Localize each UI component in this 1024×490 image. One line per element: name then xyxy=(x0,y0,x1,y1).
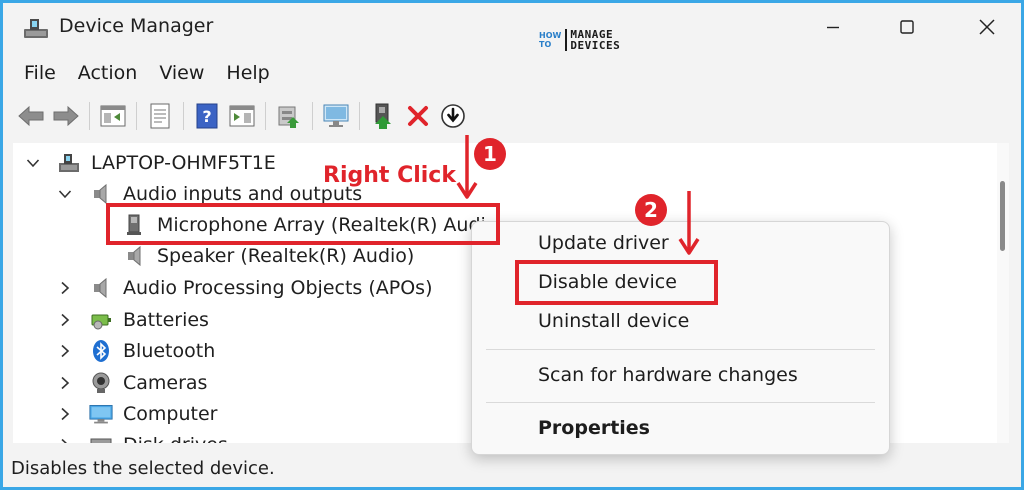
tree-category-label: Disk drives xyxy=(123,434,228,443)
arrow-down-icon xyxy=(456,135,478,199)
menu-file[interactable]: File xyxy=(3,62,67,84)
tree-category-apos[interactable]: Audio Processing Objects (APOs) xyxy=(57,273,433,303)
tree-item-label: Speaker (Realtek(R) Audio) xyxy=(157,245,415,267)
maximize-button[interactable] xyxy=(879,5,935,49)
vertical-scrollbar[interactable] xyxy=(997,143,1009,443)
scan-hardware-icon xyxy=(323,104,349,127)
status-text: Disables the selected device. xyxy=(11,457,275,479)
back-button[interactable] xyxy=(15,100,47,132)
enable-device-button[interactable] xyxy=(367,100,399,132)
menu-separator xyxy=(486,402,875,403)
tree-category-label: Batteries xyxy=(123,309,209,331)
help-button[interactable]: ? xyxy=(191,100,223,132)
menu-bar: File Action View Help xyxy=(3,57,1021,89)
chevron-right-icon[interactable] xyxy=(57,312,73,328)
chevron-right-icon[interactable] xyxy=(57,280,73,296)
device-manager-icon xyxy=(23,16,49,40)
menu-help[interactable]: Help xyxy=(215,62,280,84)
toolbar-separator xyxy=(265,102,266,130)
properties-button[interactable] xyxy=(144,100,176,132)
tree-category-disk-drives[interactable]: Disk drives xyxy=(57,430,228,443)
toolbar-separator xyxy=(359,102,360,130)
close-button[interactable] xyxy=(959,5,1015,49)
forward-arrow-icon xyxy=(53,105,79,127)
tree-category-label: Audio Processing Objects (APOs) xyxy=(123,277,433,299)
minimize-button[interactable] xyxy=(805,5,861,49)
title-bar[interactable]: Device Manager HOW TO MANAGE DEVICES xyxy=(3,3,1021,53)
howtomanagedevices-logo: HOW TO MANAGE DEVICES xyxy=(539,28,621,52)
tree-category-label: Bluetooth xyxy=(123,340,216,362)
back-arrow-icon xyxy=(18,105,44,127)
uninstall-device-icon xyxy=(408,106,428,126)
svg-text:?: ? xyxy=(202,107,211,126)
chevron-down-icon[interactable] xyxy=(25,155,41,171)
webcam-icon xyxy=(89,371,113,395)
right-click-label: Right Click xyxy=(323,163,456,188)
minimize-icon xyxy=(827,26,839,29)
arrow-down-icon xyxy=(678,191,700,255)
highlight-box-disable-device xyxy=(515,260,718,305)
tree-category-batteries[interactable]: Batteries xyxy=(57,305,209,335)
tree-category-cameras[interactable]: Cameras xyxy=(57,368,207,398)
action-pane-icon xyxy=(229,105,255,127)
menu-action[interactable]: Action xyxy=(67,62,149,84)
chevron-right-icon[interactable] xyxy=(57,437,73,443)
toolbar-separator xyxy=(183,102,184,130)
speaker-icon xyxy=(123,244,147,268)
chevron-down-icon[interactable] xyxy=(57,186,73,202)
menu-item-update-driver[interactable]: Update driver xyxy=(538,232,669,254)
computer-tower-icon xyxy=(57,151,81,175)
highlight-box-microphone xyxy=(106,203,500,245)
battery-icon xyxy=(89,308,113,332)
toolbar-separator xyxy=(312,102,313,130)
toolbar: ? xyxy=(3,95,1021,137)
menu-item-scan-hardware[interactable]: Scan for hardware changes xyxy=(538,364,798,386)
action-pane-button[interactable] xyxy=(226,100,258,132)
close-icon xyxy=(979,19,995,35)
tree-category-computer[interactable]: Computer xyxy=(57,399,217,429)
menu-separator xyxy=(486,349,875,350)
toolbar-separator xyxy=(89,102,90,130)
show-hide-console-tree-button[interactable] xyxy=(97,100,129,132)
monitor-icon xyxy=(89,402,113,426)
tree-category-label: Computer xyxy=(123,403,218,425)
show-hide-console-tree-icon xyxy=(100,105,126,127)
menu-item-uninstall-device[interactable]: Uninstall device xyxy=(538,310,689,332)
speaker-icon xyxy=(89,276,113,300)
tree-root[interactable]: LAPTOP-OHMF5T1E xyxy=(25,148,276,178)
scrollbar-thumb[interactable] xyxy=(1000,181,1005,251)
bluetooth-icon xyxy=(89,339,113,363)
device-manager-window: Device Manager HOW TO MANAGE DEVICES Fil… xyxy=(0,0,1024,490)
toolbar-separator xyxy=(136,102,137,130)
scan-hardware-button[interactable] xyxy=(320,100,352,132)
window-title: Device Manager xyxy=(59,15,214,37)
menu-view[interactable]: View xyxy=(148,62,215,84)
disable-device-icon xyxy=(441,104,465,128)
maximize-icon xyxy=(900,20,914,34)
disable-device-button[interactable] xyxy=(437,100,469,132)
tree-root-label: LAPTOP-OHMF5T1E xyxy=(91,152,276,174)
help-icon: ? xyxy=(196,103,218,129)
disk-drive-icon xyxy=(89,433,113,443)
tree-category-bluetooth[interactable]: Bluetooth xyxy=(57,336,215,366)
chevron-right-icon[interactable] xyxy=(57,375,73,391)
chevron-right-icon[interactable] xyxy=(57,406,73,422)
chevron-right-icon[interactable] xyxy=(57,343,73,359)
tree-category-label: Cameras xyxy=(123,372,208,394)
properties-icon xyxy=(150,103,170,129)
update-driver-icon xyxy=(278,106,299,128)
step-badge-2: 2 xyxy=(635,194,667,226)
uninstall-device-button[interactable] xyxy=(402,100,434,132)
tree-item-speaker[interactable]: Speaker (Realtek(R) Audio) xyxy=(123,241,414,271)
forward-button[interactable] xyxy=(50,100,82,132)
enable-device-icon xyxy=(375,103,391,129)
menu-item-properties[interactable]: Properties xyxy=(538,417,650,439)
update-driver-button[interactable] xyxy=(273,100,305,132)
